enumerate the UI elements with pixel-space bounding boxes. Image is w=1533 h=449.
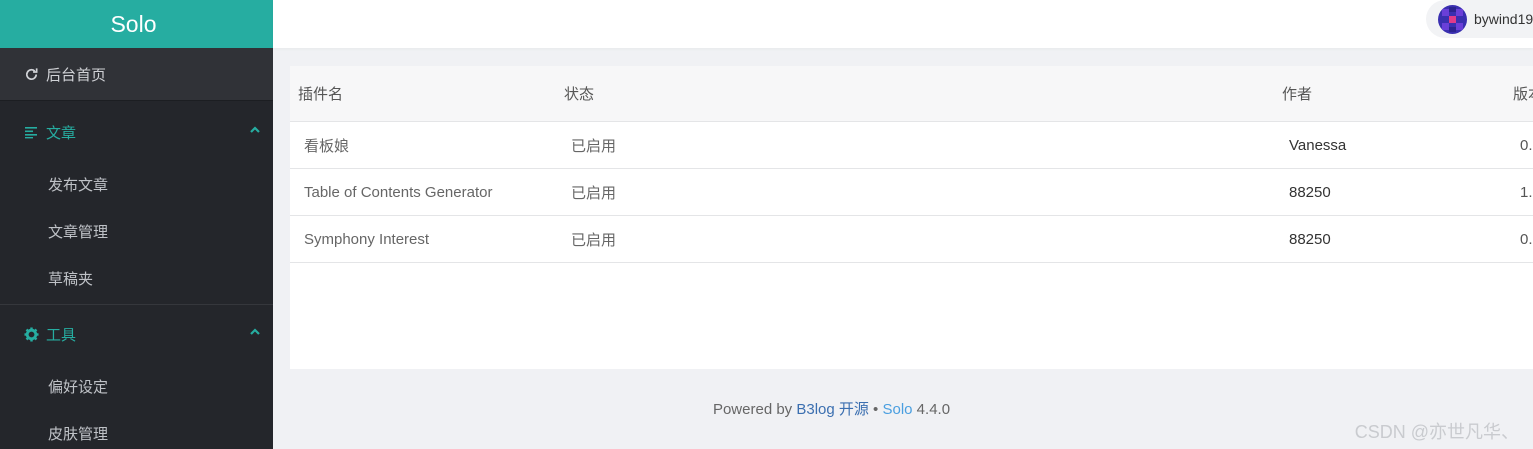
footer-version: 4.4.0: [912, 401, 951, 418]
plugin-table: 插件名 状态 作者 版本 看板娘 已启用 Vanessa 0. Table of…: [290, 66, 1533, 369]
table-row[interactable]: 看板娘 已启用 Vanessa 0.: [290, 122, 1533, 169]
plugin-version: 1.: [1520, 183, 1533, 201]
table-row[interactable]: Table of Contents Generator 已启用 88250 1.: [290, 169, 1533, 216]
sidebar-section-articles[interactable]: 文章: [0, 103, 273, 161]
plugin-name: Table of Contents Generator: [304, 183, 493, 201]
sidebar-item-preferences[interactable]: 偏好设定: [0, 363, 273, 410]
sidebar-section-label: 工具: [46, 326, 77, 344]
plugin-author: 88250: [1289, 230, 1331, 248]
column-header-author[interactable]: 作者: [1282, 66, 1312, 121]
plugin-status: 已启用: [571, 231, 617, 249]
user-menu[interactable]: bywind19: [1426, 0, 1533, 38]
sidebar-item-skin-management[interactable]: 皮肤管理: [0, 410, 273, 449]
table-header: 插件名 状态 作者 版本: [290, 66, 1533, 122]
sidebar-item-drafts[interactable]: 草稿夹: [0, 255, 273, 302]
plugin-version: 0.: [1520, 136, 1533, 154]
refresh-icon: [24, 67, 40, 82]
column-header-status[interactable]: 状态: [564, 66, 594, 121]
plugin-author: Vanessa: [1289, 136, 1347, 154]
top-bar: bywind19: [273, 0, 1533, 48]
sidebar-section-label: 文章: [46, 124, 77, 142]
chevron-up-icon[interactable]: [249, 125, 261, 135]
footer: Powered by B3log 开源 • Solo 4.4.0: [290, 398, 1373, 419]
watermark: CSDN @亦世凡华、: [1354, 422, 1519, 442]
list-icon: [24, 125, 40, 139]
plugin-version: 0.: [1520, 230, 1533, 248]
footer-separator: •: [868, 401, 883, 418]
solo-link[interactable]: Solo: [882, 401, 912, 418]
column-header-version[interactable]: 版本: [1513, 66, 1533, 121]
chevron-up-icon[interactable]: [249, 327, 261, 337]
plugin-status: 已启用: [571, 137, 617, 155]
sidebar: Solo 后台首页 文章 发布文章 文章管理 草稿夹 工具 偏好设定 皮肤管理: [0, 0, 273, 449]
avatar: [1438, 4, 1467, 34]
brand-logo[interactable]: Solo: [0, 0, 273, 48]
sidebar-item-label: 后台首页: [46, 66, 107, 84]
footer-prefix: Powered by: [712, 401, 797, 418]
plugin-name: 看板娘: [304, 137, 350, 155]
sidebar-item-article-management[interactable]: 文章管理: [0, 208, 273, 255]
gear-icon: [24, 326, 40, 342]
plugin-status: 已启用: [571, 184, 617, 202]
username: bywind19: [1474, 11, 1533, 27]
sidebar-section-tools[interactable]: 工具: [0, 305, 273, 363]
sidebar-item-home[interactable]: 后台首页: [0, 48, 273, 101]
sidebar-item-publish-article[interactable]: 发布文章: [0, 161, 273, 208]
plugin-author: 88250: [1289, 183, 1331, 201]
column-header-plugin-name[interactable]: 插件名: [298, 66, 343, 121]
table-row[interactable]: Symphony Interest 已启用 88250 0.: [290, 216, 1533, 263]
plugin-name: Symphony Interest: [304, 230, 430, 248]
b3log-link[interactable]: B3log 开源: [796, 401, 869, 418]
